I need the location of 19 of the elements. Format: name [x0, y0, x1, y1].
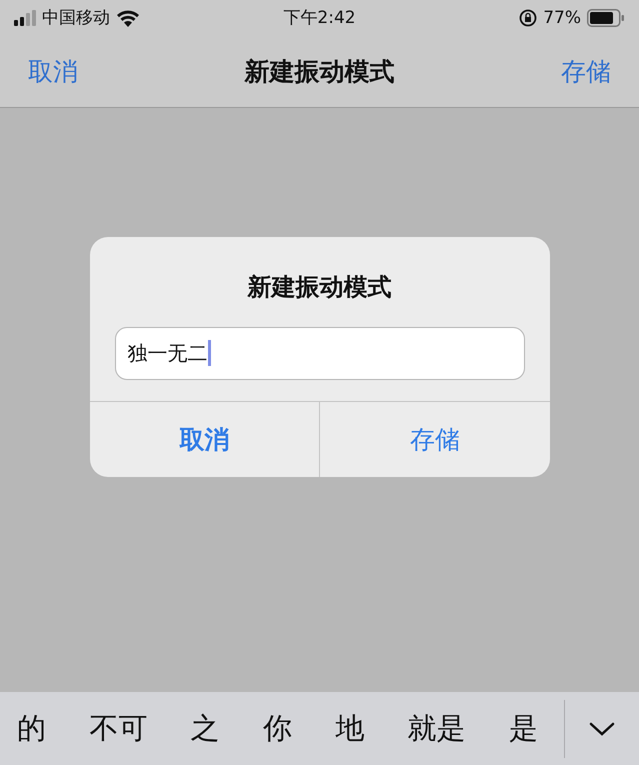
candidate-word[interactable]: 的 [17, 708, 46, 748]
name-input-field[interactable]: 独一无二 [114, 327, 524, 380]
text-cursor [208, 340, 210, 366]
carrier-name: 中国移动 [42, 7, 110, 29]
candidate-word[interactable]: 地 [335, 708, 364, 748]
rotation-lock-icon [519, 8, 538, 26]
chevron-down-icon [589, 722, 615, 736]
candidate-word[interactable]: 就是 [408, 708, 466, 748]
candidate-word[interactable]: 之 [190, 708, 220, 748]
nav-title: 新建振动模式 [244, 56, 394, 88]
signal-icon [14, 10, 36, 26]
dialog-title: 新建振动模式 [246, 272, 392, 303]
wifi-icon [116, 8, 140, 26]
battery-icon [587, 8, 625, 26]
battery-percent: 77% [543, 8, 581, 28]
candidate-word[interactable]: 你 [262, 708, 292, 748]
candidate-word[interactable]: 不可 [89, 708, 148, 748]
clock-time: 下午2:42 [283, 7, 356, 29]
candidate-word[interactable]: 是 [508, 708, 538, 748]
